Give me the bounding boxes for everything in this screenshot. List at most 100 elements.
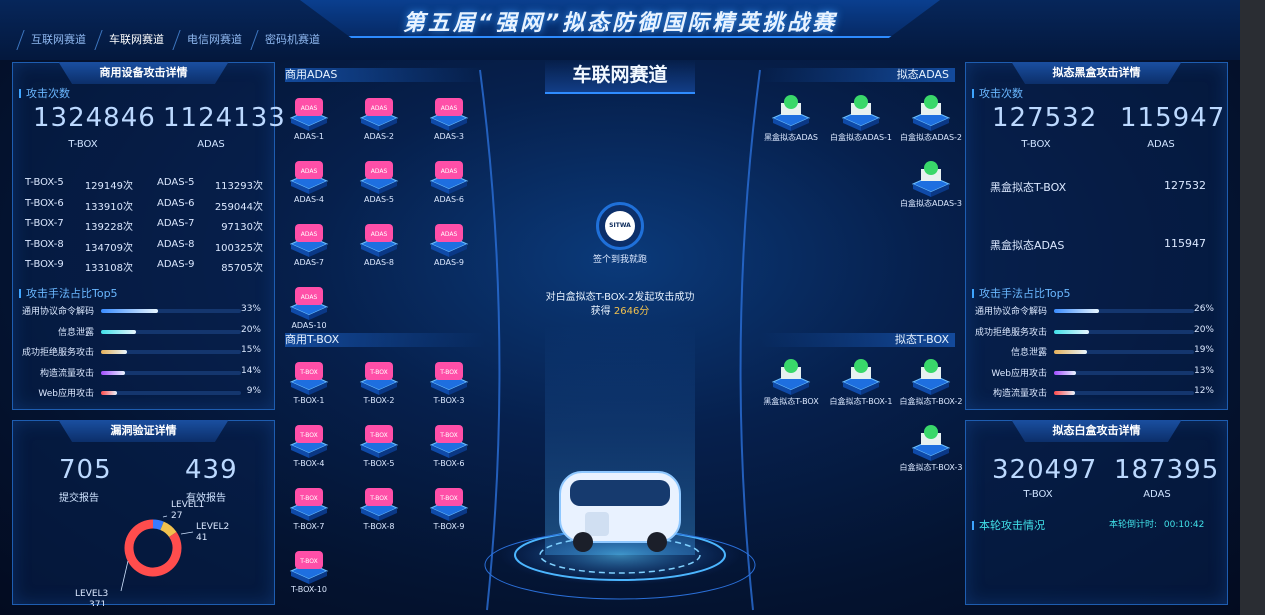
device-node[interactable]: 白盒拟态T-BOX-3: [900, 422, 962, 482]
tab-cipher-machine[interactable]: 密码机赛道: [250, 30, 333, 50]
device-node[interactable]: 白盒拟态T-BOX-2: [900, 356, 962, 416]
countdown-value: 00:10:42: [1163, 520, 1205, 530]
device-node[interactable]: ADAS ADAS-10: [284, 281, 334, 341]
device-node[interactable]: T-BOX T-BOX-1: [284, 356, 334, 416]
method-bar-track: [101, 370, 241, 375]
device-badge: T-BOX: [299, 495, 318, 502]
device-node[interactable]: ADAS ADAS-3: [424, 92, 474, 152]
device-node[interactable]: ADAS ADAS-5: [354, 155, 404, 215]
mimic-device-icon: [911, 161, 951, 197]
device-node[interactable]: T-BOX T-BOX-7: [284, 482, 334, 542]
device-node[interactable]: 黑盒拟态ADAS: [764, 92, 818, 152]
method-label: 信息泄露: [1010, 348, 1047, 358]
submitted-count: 705: [59, 455, 112, 485]
method-label: Web应用攻击: [38, 389, 94, 399]
blackbox-row-value: 115947: [1164, 237, 1206, 250]
tab-vehicle-network[interactable]: 车联网赛道: [94, 30, 177, 50]
mimic-device-icon: [771, 95, 811, 131]
device-badge: ADAS: [441, 168, 458, 175]
method-bar-fill: [1054, 370, 1076, 375]
device-node[interactable]: 白盒拟态ADAS-1: [830, 92, 892, 152]
section-label: 攻击手法占比Top5: [972, 285, 1071, 301]
blackbox-row-name: 黑盒拟态T-BOX: [990, 181, 1067, 194]
row-adas-name: ADAS-6: [157, 197, 195, 209]
device-badge: T-BOX: [299, 369, 318, 376]
mimic-adas-heading: 拟态ADAS: [760, 68, 955, 82]
scrollbar[interactable]: [1240, 0, 1265, 615]
method-bar-fill: [1054, 329, 1089, 334]
row-tbox-count: 133910次: [84, 201, 133, 213]
method-bar-track: [1054, 329, 1194, 334]
row-adas-name: ADAS-9: [157, 259, 195, 270]
method-percent: 20%: [240, 324, 261, 335]
mimic-device-icon: [771, 359, 811, 395]
tab-telecom[interactable]: 电信网赛道: [172, 30, 255, 50]
method-bar-track: [101, 350, 241, 354]
device-label: 白盒拟态T-BOX-2: [899, 397, 963, 406]
device-label: ADAS-4: [293, 195, 325, 204]
device-label: ADAS-10: [291, 321, 327, 330]
method-bar-fill: [101, 350, 127, 354]
tbox-caption: T-BOX: [68, 139, 98, 150]
device-node[interactable]: T-BOX T-BOX-10: [284, 545, 334, 605]
device-node[interactable]: T-BOX T-BOX-5: [354, 419, 404, 479]
device-badge: T-BOX: [439, 432, 458, 439]
method-bar-fill: [101, 391, 117, 395]
method-label: 通用协议命令解码: [21, 307, 94, 317]
device-label: ADAS-8: [363, 258, 395, 267]
method-bar-fill: [101, 370, 125, 375]
device-label: T-BOX-3: [433, 396, 465, 405]
method-bar-fill: [1054, 391, 1075, 395]
method-percent: 13%: [1193, 365, 1214, 376]
device-node[interactable]: T-BOX T-BOX-6: [424, 419, 474, 479]
device-label: ADAS-7: [293, 258, 325, 267]
commercial-device-icon: ADAS: [359, 161, 399, 194]
method-bar-track: [1054, 391, 1194, 395]
device-node[interactable]: ADAS ADAS-2: [354, 92, 404, 152]
commercial-device-icon: ADAS: [359, 98, 399, 131]
device-node[interactable]: ADAS ADAS-7: [284, 218, 334, 278]
level-donut-chart: LEVEL127 LEVEL241 LEVEL3371: [75, 500, 229, 606]
device-node[interactable]: T-BOX T-BOX-2: [354, 356, 404, 416]
commercial-device-icon: T-BOX: [359, 488, 399, 521]
device-node[interactable]: T-BOX T-BOX-8: [354, 482, 404, 542]
donut-leader-line: [120, 560, 129, 592]
adas-caption: ADAS: [1147, 139, 1175, 150]
device-node[interactable]: T-BOX T-BOX-4: [284, 419, 334, 479]
device-badge: ADAS: [441, 105, 458, 112]
method-bar-track: [1054, 350, 1194, 354]
device-node[interactable]: 白盒拟态ADAS-3: [900, 158, 962, 218]
device-node[interactable]: 白盒拟态T-BOX-1: [830, 356, 892, 416]
device-badge: T-BOX: [369, 369, 388, 376]
mimic-device-icon: [911, 425, 951, 461]
adas-total: 1124133: [163, 103, 286, 133]
device-node[interactable]: T-BOX T-BOX-9: [424, 482, 474, 542]
method-percent: 9%: [246, 386, 261, 396]
device-label: 白盒拟态T-BOX-3: [899, 463, 963, 472]
donut-level-value: 27: [171, 511, 182, 521]
tab-internet[interactable]: 互联网赛道: [16, 30, 99, 50]
device-label: 白盒拟态ADAS-3: [899, 199, 963, 208]
device-node[interactable]: 黑盒拟态T-BOX: [763, 356, 819, 416]
device-node[interactable]: 白盒拟态ADAS-2: [900, 92, 962, 152]
countdown-label: 本轮倒计时:: [1109, 520, 1158, 530]
panel-title: 商用设备攻击详情: [58, 62, 229, 84]
device-node[interactable]: ADAS ADAS-9: [424, 218, 474, 278]
commercial-adas-heading: 商用ADAS: [285, 68, 485, 82]
device-label: ADAS-9: [433, 258, 465, 267]
panel-title: 拟态黑盒攻击详情: [1011, 62, 1182, 84]
device-node[interactable]: T-BOX T-BOX-3: [424, 356, 474, 416]
countdown: 本轮倒计时: 00:10:42: [1109, 517, 1204, 530]
device-label: T-BOX-6: [433, 459, 465, 468]
row-tbox-count: 139228次: [84, 222, 133, 233]
device-node[interactable]: ADAS ADAS-1: [284, 92, 334, 152]
donut-level-name: LEVEL3: [75, 589, 108, 599]
device-node[interactable]: ADAS ADAS-4: [284, 155, 334, 215]
device-node[interactable]: ADAS ADAS-6: [424, 155, 474, 215]
device-node[interactable]: ADAS ADAS-8: [354, 218, 404, 278]
commercial-device-icon: ADAS: [289, 287, 329, 320]
method-label: Web应用攻击: [991, 368, 1047, 379]
method-label: 成功拒绝服务攻击: [974, 327, 1047, 338]
device-label: T-BOX-1: [293, 396, 325, 405]
mimic-tbox-heading: 拟态T-BOX: [760, 333, 955, 347]
